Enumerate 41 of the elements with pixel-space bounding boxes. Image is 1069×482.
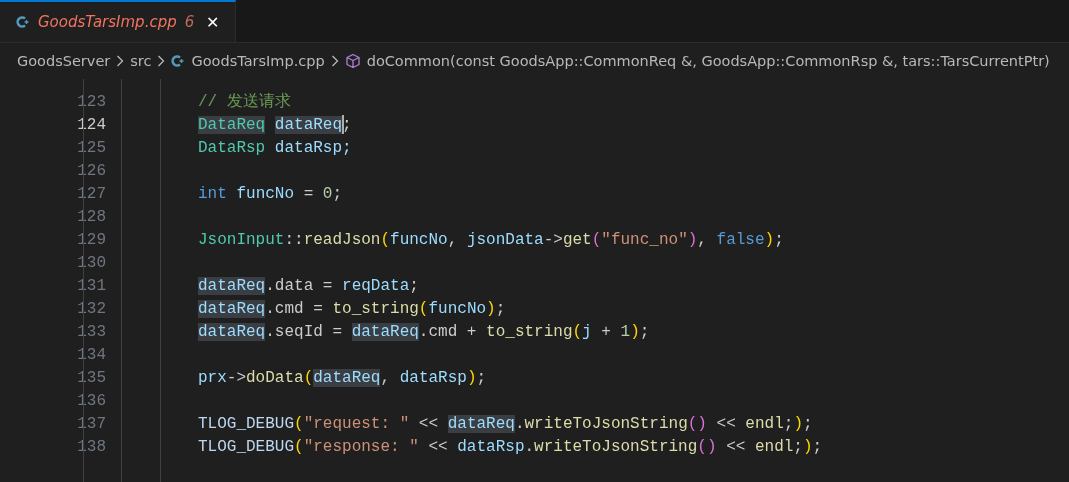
line-number: 124 — [76, 115, 106, 136]
tab-title: GoodsTarsImp.cpp — [38, 13, 177, 31]
editor-tab[interactable]: GoodsTarsImp.cpp 6 ✕ — [0, 0, 237, 42]
code-line: dataReq.seqId = dataReq.cmd + to_string(j + 1); — [198, 322, 650, 343]
line-number: 128 — [76, 207, 106, 228]
line-number: 133 — [76, 322, 106, 343]
code-line: DataReq dataReq; — [198, 114, 352, 137]
cpp-file-icon — [171, 54, 186, 68]
code-line: dataReq.data = reqData; — [198, 276, 419, 297]
breadcrumb-item[interactable]: GoodsServer — [17, 53, 111, 69]
line-number: 136 — [76, 391, 106, 412]
chevron-right-icon — [157, 54, 166, 68]
breadcrumb-item[interactable]: src — [130, 53, 152, 69]
line-number: 137 — [76, 414, 106, 435]
chevron-right-icon — [330, 54, 339, 68]
code-line: int funcNo = 0; — [198, 184, 343, 205]
line-number: 138 — [76, 437, 106, 458]
code-line: DataRsp dataRsp; — [198, 138, 352, 159]
code-line: TLOG_DEBUG("response: " << dataRsp.writeToJsonString() << endl;); — [198, 437, 823, 458]
code-line: // 发送请求 — [198, 92, 291, 113]
code-line: JsonInput::readJson(funcNo, jsonData->get("func_no"), false); — [198, 230, 784, 251]
breadcrumb-item[interactable]: doCommon(const GoodsApp::CommonReq &, GoodsApp::CommonRsp &, tars::TarsCurrentPtr) — [366, 53, 1050, 69]
line-number: 135 — [76, 368, 106, 389]
problem-count: 6 — [184, 13, 195, 31]
line-number: 129 — [76, 230, 106, 251]
code-line: dataReq.cmd = to_string(funcNo); — [198, 299, 506, 320]
line-number: 123 — [76, 92, 106, 113]
line-number: 132 — [76, 299, 106, 320]
line-number: 131 — [76, 276, 106, 297]
breadcrumb-item[interactable]: GoodsTarsImp.cpp — [191, 53, 325, 69]
code-line: TLOG_DEBUG("request: " << dataReq.writeToJsonString() << endl;); — [198, 414, 813, 435]
line-number: 130 — [76, 253, 106, 274]
line-number: 125 — [76, 138, 106, 159]
line-number: 134 — [76, 345, 106, 366]
line-number: 127 — [76, 184, 106, 205]
code-line: prx->doData(dataReq, dataRsp); — [198, 368, 487, 389]
close-button[interactable]: ✕ — [202, 12, 224, 32]
chevron-right-icon — [116, 54, 125, 68]
cpp-file-icon — [16, 15, 30, 29]
line-number: 126 — [76, 161, 106, 182]
cube-icon — [344, 53, 361, 69]
